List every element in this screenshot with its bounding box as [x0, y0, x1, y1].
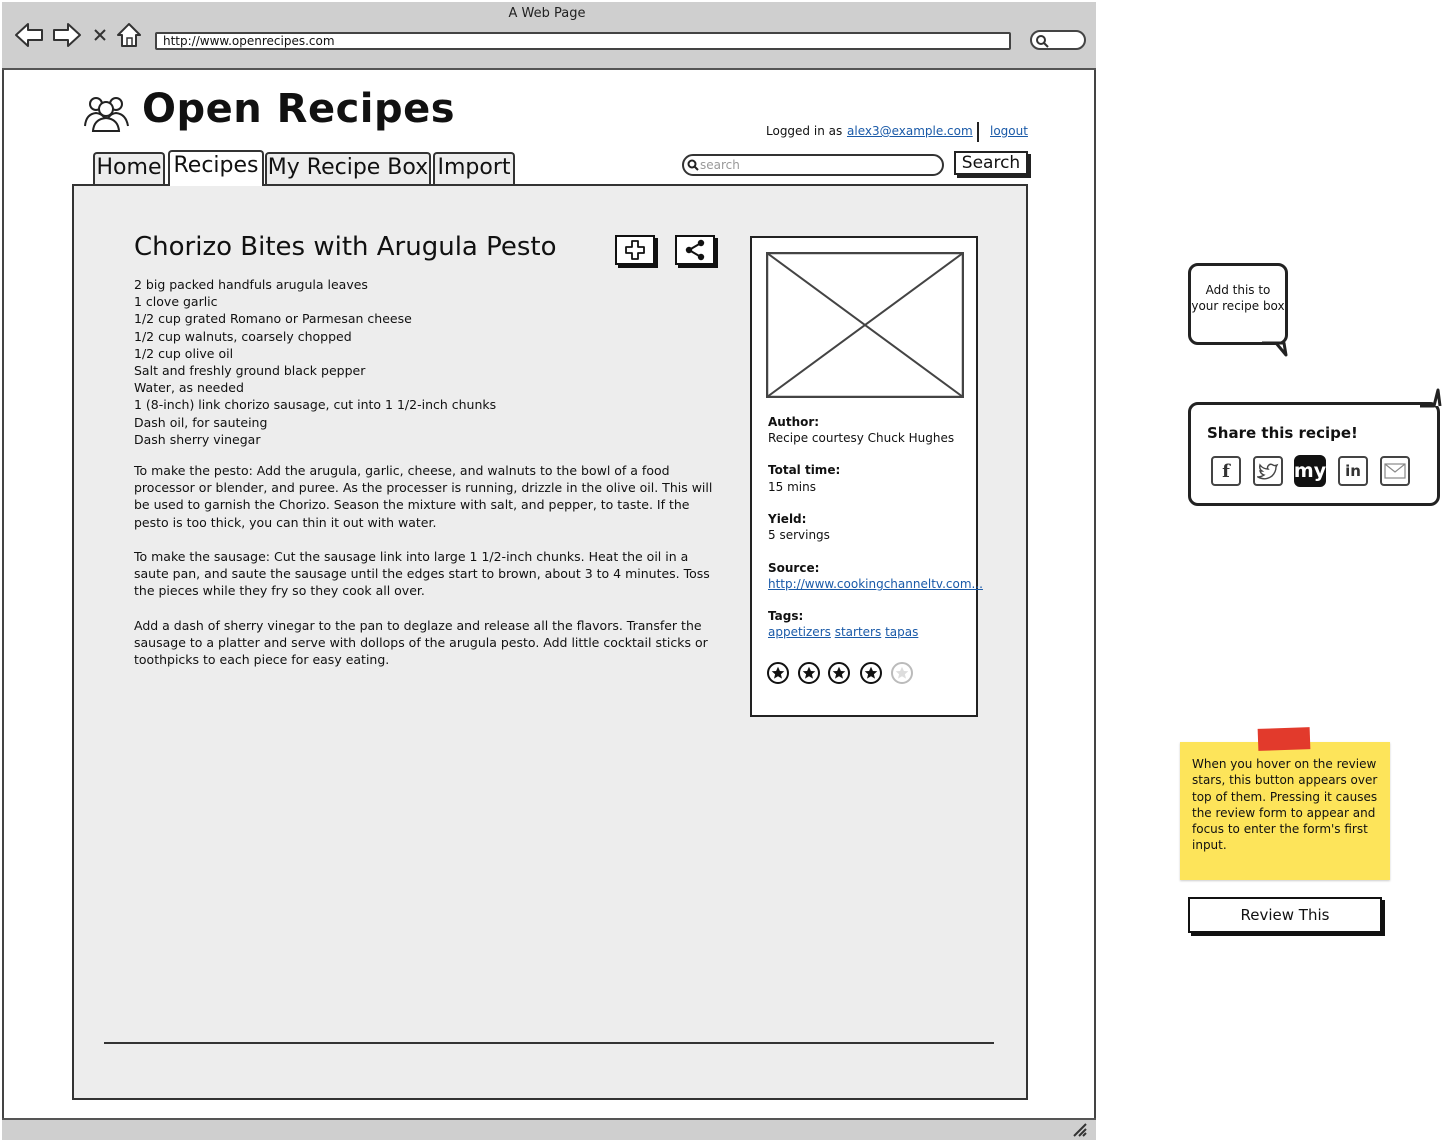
sticky-tape [1257, 727, 1311, 751]
tag-link[interactable]: appetizers [768, 625, 831, 639]
tab-my-recipe-box[interactable]: My Recipe Box [265, 152, 431, 184]
sticky-note: When you hover on the review stars, this… [1180, 742, 1390, 880]
add-to-box-button[interactable] [615, 235, 655, 265]
star-empty-icon[interactable] [891, 662, 913, 684]
tab-import[interactable]: Import [433, 152, 515, 184]
add-tooltip-bubble: Add this to your recipe box [1188, 263, 1288, 345]
ingredient-item: 1/2 cup grated Romano or Parmesan cheese [134, 311, 412, 327]
recipe-title: Chorizo Bites with Arugula Pesto [134, 232, 557, 262]
search-input[interactable]: search [682, 154, 944, 176]
site-title[interactable]: Open Recipes [142, 86, 455, 132]
search-button[interactable]: Search [954, 151, 1028, 175]
star-filled-icon[interactable] [767, 662, 789, 684]
tag-link[interactable]: tapas [885, 625, 918, 639]
ingredient-item: 1/2 cup walnuts, coarsely chopped [134, 328, 352, 344]
bubble-tail-icon [1262, 341, 1288, 357]
ingredient-item: 1 (8-inch) link chorizo sausage, cut int… [134, 397, 497, 413]
ingredient-item: 1/2 cup olive oil [134, 345, 234, 361]
total-time-label: Total time: [768, 463, 841, 477]
myspace-text: my [1293, 460, 1327, 482]
people-logo-icon [82, 92, 132, 132]
home-icon[interactable] [114, 20, 144, 50]
linkedin-icon[interactable]: in [1338, 456, 1368, 486]
browser-statusbar [2, 1118, 1096, 1140]
ingredient-item: Salt and freshly ground black pepper [134, 363, 366, 379]
twitter-icon[interactable] [1253, 456, 1283, 486]
author-value: Recipe courtesy Chuck Hughes [768, 431, 955, 445]
back-arrow-icon[interactable] [14, 20, 44, 50]
share-button[interactable] [675, 235, 715, 265]
resize-grip-icon[interactable] [1072, 1123, 1088, 1137]
search-placeholder: search [700, 158, 740, 172]
window-title: A Web Page [508, 6, 586, 21]
plus-icon [625, 240, 645, 260]
star-filled-icon[interactable] [860, 662, 882, 684]
linkedin-text: in [1345, 462, 1361, 480]
forward-arrow-icon[interactable] [52, 20, 82, 50]
source-link[interactable]: http://www.cookingchanneltv.com... [768, 577, 983, 591]
total-time-value: 15 mins [768, 480, 816, 494]
tag-link[interactable]: starters [835, 625, 882, 639]
ingredient-item: 1 clove garlic [134, 294, 218, 310]
share-tooltip-bubble [1188, 402, 1440, 506]
ingredient-list: 2 big packed handfuls arugula leaves 1 c… [134, 276, 714, 448]
review-this-button[interactable]: Review This [1188, 897, 1382, 933]
star-filled-icon[interactable] [798, 662, 820, 684]
share-title: Share this recipe! [1207, 424, 1358, 442]
search-icon [687, 159, 699, 171]
myspace-icon[interactable]: my [1294, 455, 1326, 487]
email-icon[interactable] [1380, 456, 1410, 486]
header-divider [977, 122, 979, 142]
ingredient-item: Water, as needed [134, 380, 244, 396]
star-filled-icon[interactable] [828, 662, 850, 684]
tags-label: Tags: [768, 609, 804, 623]
tab-home[interactable]: Home [93, 152, 165, 184]
browser-search-field[interactable] [1030, 30, 1086, 50]
instruction-step: To make the pesto: Add the arugula, garl… [134, 463, 713, 530]
instruction-step: To make the sausage: Cut the sausage lin… [134, 549, 710, 599]
share-icon [685, 239, 705, 261]
ingredient-item: Dash sherry vinegar [134, 431, 261, 447]
facebook-letter: f [1222, 460, 1230, 482]
tag-list: appetizers starters tapas [768, 625, 918, 639]
logged-in-label: Logged in as [766, 124, 843, 138]
author-label: Author: [768, 415, 820, 429]
footer-divider [104, 1042, 994, 1044]
recipe-image-placeholder [765, 251, 965, 399]
instruction-step: Add a dash of sherry vinegar to the pan … [134, 618, 708, 668]
stop-icon[interactable] [86, 20, 114, 50]
ingredient-item: Dash oil, for sauteing [134, 414, 268, 430]
source-label: Source: [768, 561, 820, 575]
yield-value: 5 servings [768, 528, 830, 542]
search-icon [1036, 35, 1049, 48]
address-bar[interactable]: http://www.openrecipes.com [155, 32, 1011, 50]
logout-link[interactable]: logout [990, 124, 1028, 138]
ingredient-item: 2 big packed handfuls arugula leaves [134, 277, 368, 292]
facebook-icon[interactable]: f [1211, 456, 1241, 486]
tab-recipes[interactable]: Recipes [168, 150, 264, 186]
yield-label: Yield: [768, 512, 807, 526]
bubble-tail-icon [1420, 388, 1442, 408]
user-email-link[interactable]: alex3@example.com [847, 124, 973, 138]
